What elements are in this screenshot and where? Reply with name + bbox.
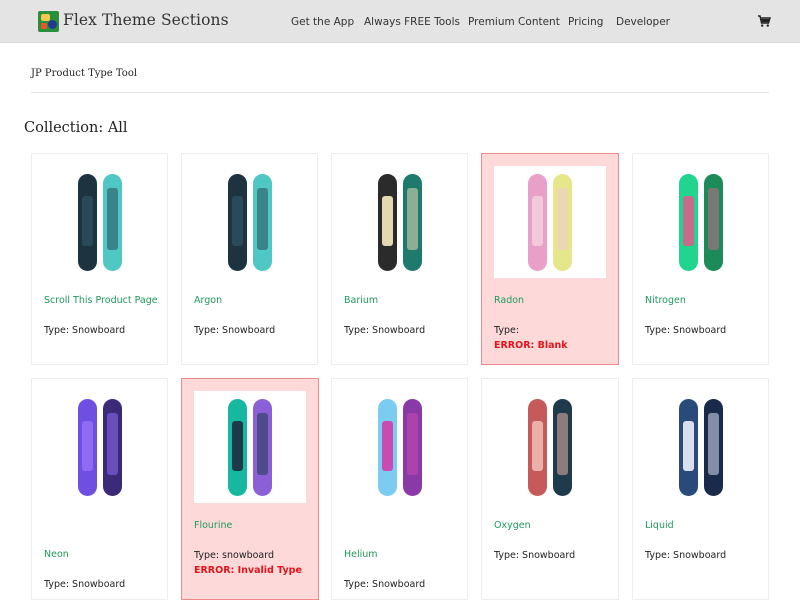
product-card-error[interactable]: Radon Type: ERROR: Blank: [481, 153, 619, 365]
nav-pricing[interactable]: Pricing: [568, 16, 603, 28]
product-name-link[interactable]: Liquid: [645, 520, 674, 531]
product-card[interactable]: Nitrogen Type: Snowboard: [632, 153, 769, 365]
snowboard-image: [228, 399, 272, 496]
snowboard-image: [228, 174, 272, 271]
product-card[interactable]: Argon Type: Snowboard: [181, 153, 318, 365]
product-name-link[interactable]: Flourine: [194, 520, 232, 531]
product-name-link[interactable]: Radon: [494, 295, 524, 306]
product-type: Type:: [494, 325, 520, 336]
product-type-error: ERROR: Blank: [494, 340, 568, 351]
product-card[interactable]: Liquid Type: Snowboard: [632, 378, 769, 600]
snowboard-image: [679, 399, 723, 496]
product-type-error: ERROR: Invalid Type: [194, 565, 302, 576]
product-type: Type: Snowboard: [44, 579, 126, 590]
product-card[interactable]: Neon Type: Snowboard: [31, 378, 168, 600]
snowboard-image: [528, 399, 572, 496]
product-card[interactable]: Oxygen Type: Snowboard: [481, 378, 619, 600]
nav-developer[interactable]: Developer: [616, 16, 670, 28]
nav-get-the-app[interactable]: Get the App: [291, 16, 354, 28]
snowboard-image: [78, 174, 122, 271]
site-title[interactable]: Flex Theme Sections: [63, 11, 229, 29]
product-type: Type: Snowboard: [344, 579, 426, 590]
snowboard-image: [679, 174, 723, 271]
product-image[interactable]: [645, 391, 757, 503]
product-type: Type: Snowboard: [645, 550, 727, 561]
site-logo-icon[interactable]: [38, 11, 59, 32]
snowboard-image: [528, 174, 572, 271]
product-image[interactable]: [194, 391, 306, 503]
product-image[interactable]: [645, 166, 757, 278]
product-image[interactable]: [494, 391, 606, 503]
product-image[interactable]: [44, 166, 156, 278]
divider: [31, 92, 769, 93]
collection-title: Collection: All: [24, 120, 128, 136]
product-type: Type: Snowboard: [44, 325, 126, 336]
product-card-error[interactable]: Flourine Type: snowboard ERROR: Invalid …: [181, 378, 319, 600]
product-name-link[interactable]: Oxygen: [494, 520, 531, 531]
product-name-link[interactable]: Nitrogen: [645, 295, 686, 306]
product-image[interactable]: [344, 166, 456, 278]
product-type: Type: Snowboard: [494, 550, 576, 561]
snowboard-image: [378, 399, 422, 496]
product-image[interactable]: [44, 391, 156, 503]
product-name-link[interactable]: Scroll This Product Page: [44, 295, 158, 306]
product-type: Type: Snowboard: [645, 325, 727, 336]
product-type: Type: Snowboard: [344, 325, 426, 336]
product-type: Type: snowboard: [194, 550, 275, 561]
product-card[interactable]: Scroll This Product Page Type: Snowboard: [31, 153, 168, 365]
product-image[interactable]: [194, 166, 306, 278]
snowboard-image: [378, 174, 422, 271]
site-header: Flex Theme Sections Get the App Always F…: [0, 0, 800, 43]
product-name-link[interactable]: Neon: [44, 549, 69, 560]
nav-premium-content[interactable]: Premium Content: [468, 16, 560, 28]
product-card[interactable]: Helium Type: Snowboard: [331, 378, 468, 600]
product-image[interactable]: [344, 391, 456, 503]
cart-icon[interactable]: [757, 14, 771, 28]
page-subtitle: JP Product Type Tool: [31, 68, 138, 79]
snowboard-image: [78, 399, 122, 496]
product-name-link[interactable]: Barium: [344, 295, 378, 306]
product-image[interactable]: [494, 166, 606, 278]
product-card[interactable]: Barium Type: Snowboard: [331, 153, 468, 365]
product-name-link[interactable]: Argon: [194, 295, 222, 306]
nav-always-free-tools[interactable]: Always FREE Tools: [364, 16, 460, 28]
product-type: Type: Snowboard: [194, 325, 276, 336]
product-name-link[interactable]: Helium: [344, 549, 378, 560]
